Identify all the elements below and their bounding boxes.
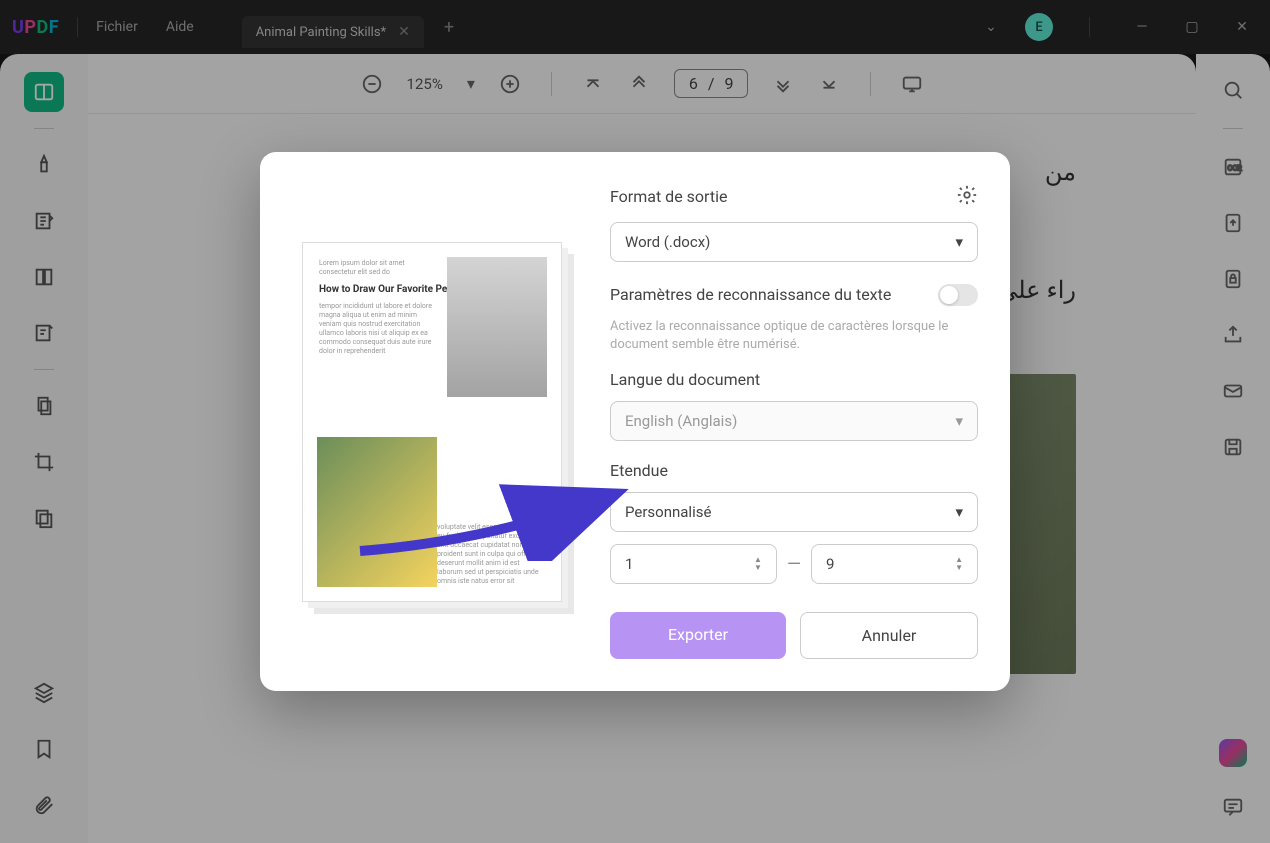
chevron-down-icon: ▾ (955, 233, 963, 251)
chevron-down-icon: ▾ (955, 412, 963, 430)
cancel-button[interactable]: Annuler (800, 612, 978, 659)
language-select[interactable]: English (Anglais)▾ (610, 401, 978, 441)
ocr-hint: Activez la reconnaissance optique de car… (610, 318, 978, 354)
export-dialog: Lorem ipsum dolor sit amet consectetur e… (260, 152, 1010, 691)
ocr-toggle[interactable] (938, 284, 978, 306)
export-button[interactable]: Exporter (610, 612, 786, 659)
preview-pane: Lorem ipsum dolor sit amet consectetur e… (292, 184, 572, 659)
format-label: Format de sortie (610, 187, 727, 206)
range-to-input[interactable]: 9 ▲▼ (811, 544, 978, 584)
gear-icon[interactable] (956, 184, 978, 210)
range-dash: — (787, 554, 801, 575)
preview-page: Lorem ipsum dolor sit amet consectetur e… (302, 242, 562, 602)
format-select[interactable]: Word (.docx)▾ (610, 222, 978, 262)
range-label: Etendue (610, 461, 978, 480)
language-label: Langue du document (610, 370, 978, 389)
chevron-down-icon: ▾ (955, 503, 963, 521)
modal-overlay: Lorem ipsum dolor sit amet consectetur e… (0, 0, 1270, 843)
range-select[interactable]: Personnalisé▾ (610, 492, 978, 532)
ocr-label: Paramètres de reconnaissance du texte (610, 285, 891, 304)
range-from-input[interactable]: 1 ▲▼ (610, 544, 777, 584)
